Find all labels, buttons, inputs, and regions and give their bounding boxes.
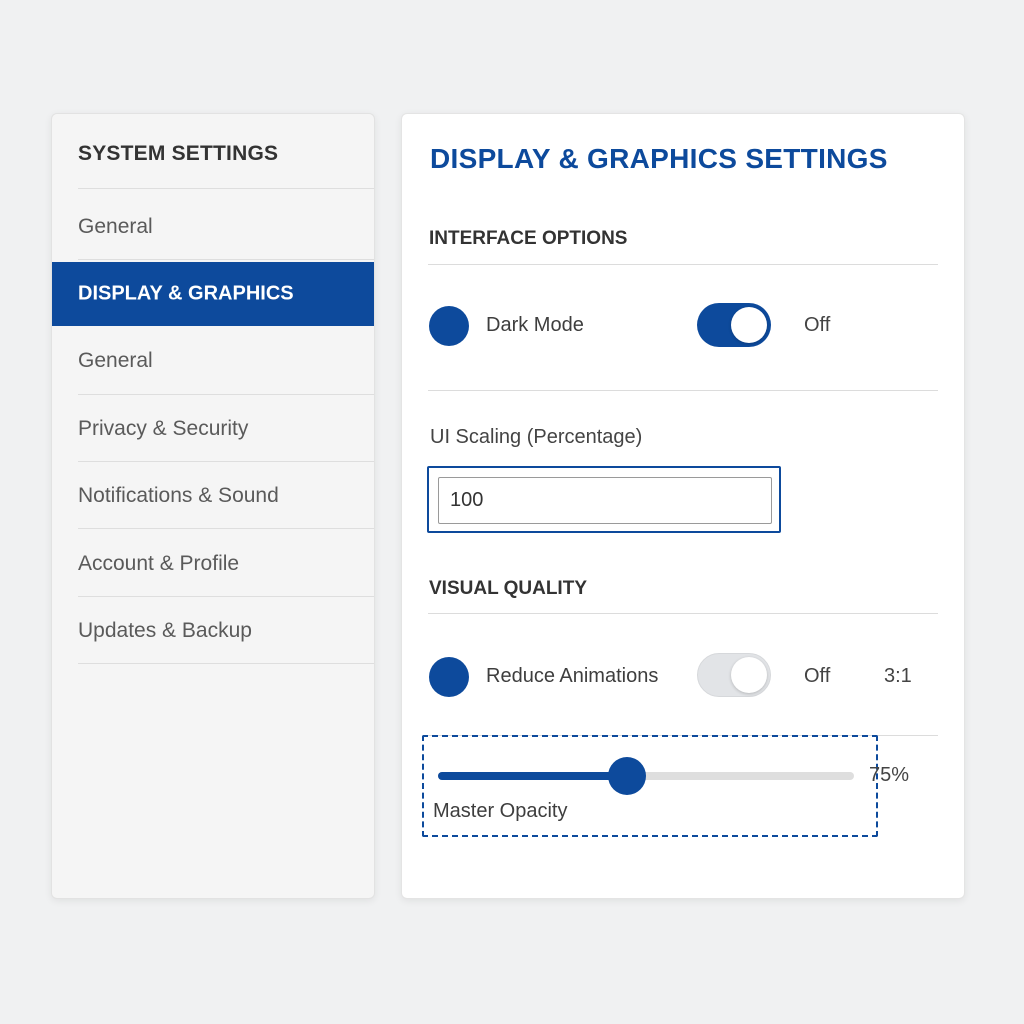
sidebar-item-notifications-sound[interactable]: Notifications & Sound bbox=[52, 462, 374, 529]
divider bbox=[428, 613, 938, 614]
sidebar-title: SYSTEM SETTINGS bbox=[78, 142, 279, 165]
sidebar-item-account-profile[interactable]: Account & Profile bbox=[52, 530, 374, 597]
dark-mode-state: Off bbox=[804, 314, 831, 336]
settings-panel: DISPLAY & GRAPHICS SETTINGS INTERFACE OP… bbox=[401, 113, 965, 899]
dark-mode-indicator-icon bbox=[429, 306, 469, 346]
sidebar-item-general[interactable]: General bbox=[52, 193, 374, 260]
master-opacity-slider-track[interactable] bbox=[438, 757, 854, 795]
page-title: DISPLAY & GRAPHICS SETTINGS bbox=[430, 143, 888, 174]
slider-fill bbox=[438, 772, 628, 780]
reduce-animations-state: Off bbox=[804, 665, 831, 687]
dark-mode-label: Dark Mode bbox=[486, 314, 584, 336]
dark-mode-toggle[interactable] bbox=[697, 303, 771, 347]
sidebar-item-label: Notifications & Sound bbox=[78, 483, 279, 507]
sidebar-item-label: Updates & Backup bbox=[78, 618, 252, 642]
sidebar-item-label: DISPLAY & GRAPHICS bbox=[78, 282, 294, 305]
sidebar: SYSTEM SETTINGS General DISPLAY & GRAPHI… bbox=[51, 113, 375, 899]
ui-scaling-focus-ring bbox=[427, 466, 781, 533]
reduce-animations-label: Reduce Animations bbox=[486, 665, 659, 687]
divider bbox=[78, 188, 374, 189]
sidebar-item-label: Account & Profile bbox=[78, 551, 240, 575]
master-opacity-slider-thumb[interactable] bbox=[608, 757, 647, 795]
sidebar-item-general-2[interactable]: General bbox=[52, 327, 374, 394]
toggle-knob bbox=[731, 657, 767, 693]
sidebar-item-label: General bbox=[78, 348, 153, 372]
reduce-animations-ratio: 3:1 bbox=[884, 665, 912, 687]
master-opacity-control: 75% Master Opacity bbox=[422, 735, 909, 837]
reduce-animations-toggle[interactable] bbox=[697, 653, 771, 697]
divider bbox=[78, 663, 374, 664]
section-heading-interface: INTERFACE OPTIONS bbox=[429, 228, 628, 249]
sidebar-item-label: General bbox=[78, 214, 153, 238]
sidebar-item-privacy-security[interactable]: Privacy & Security bbox=[52, 395, 374, 462]
master-opacity-value: 75% bbox=[869, 764, 910, 786]
sidebar-item-display-graphics[interactable]: DISPLAY & GRAPHICS bbox=[52, 262, 374, 326]
divider bbox=[78, 259, 374, 260]
toggle-knob bbox=[731, 307, 767, 343]
reduce-animations-indicator-icon bbox=[429, 657, 469, 697]
sidebar-item-updates-backup[interactable]: Updates & Backup bbox=[52, 597, 374, 664]
divider bbox=[428, 264, 938, 265]
ui-scaling-label: UI Scaling (Percentage) bbox=[430, 426, 643, 448]
divider bbox=[428, 390, 938, 391]
sidebar-item-label: Privacy & Security bbox=[78, 416, 249, 440]
section-heading-visual-quality: VISUAL QUALITY bbox=[429, 578, 587, 599]
divider bbox=[78, 528, 374, 529]
ui-scaling-input[interactable] bbox=[438, 477, 772, 524]
master-opacity-label: Master Opacity bbox=[433, 800, 568, 822]
